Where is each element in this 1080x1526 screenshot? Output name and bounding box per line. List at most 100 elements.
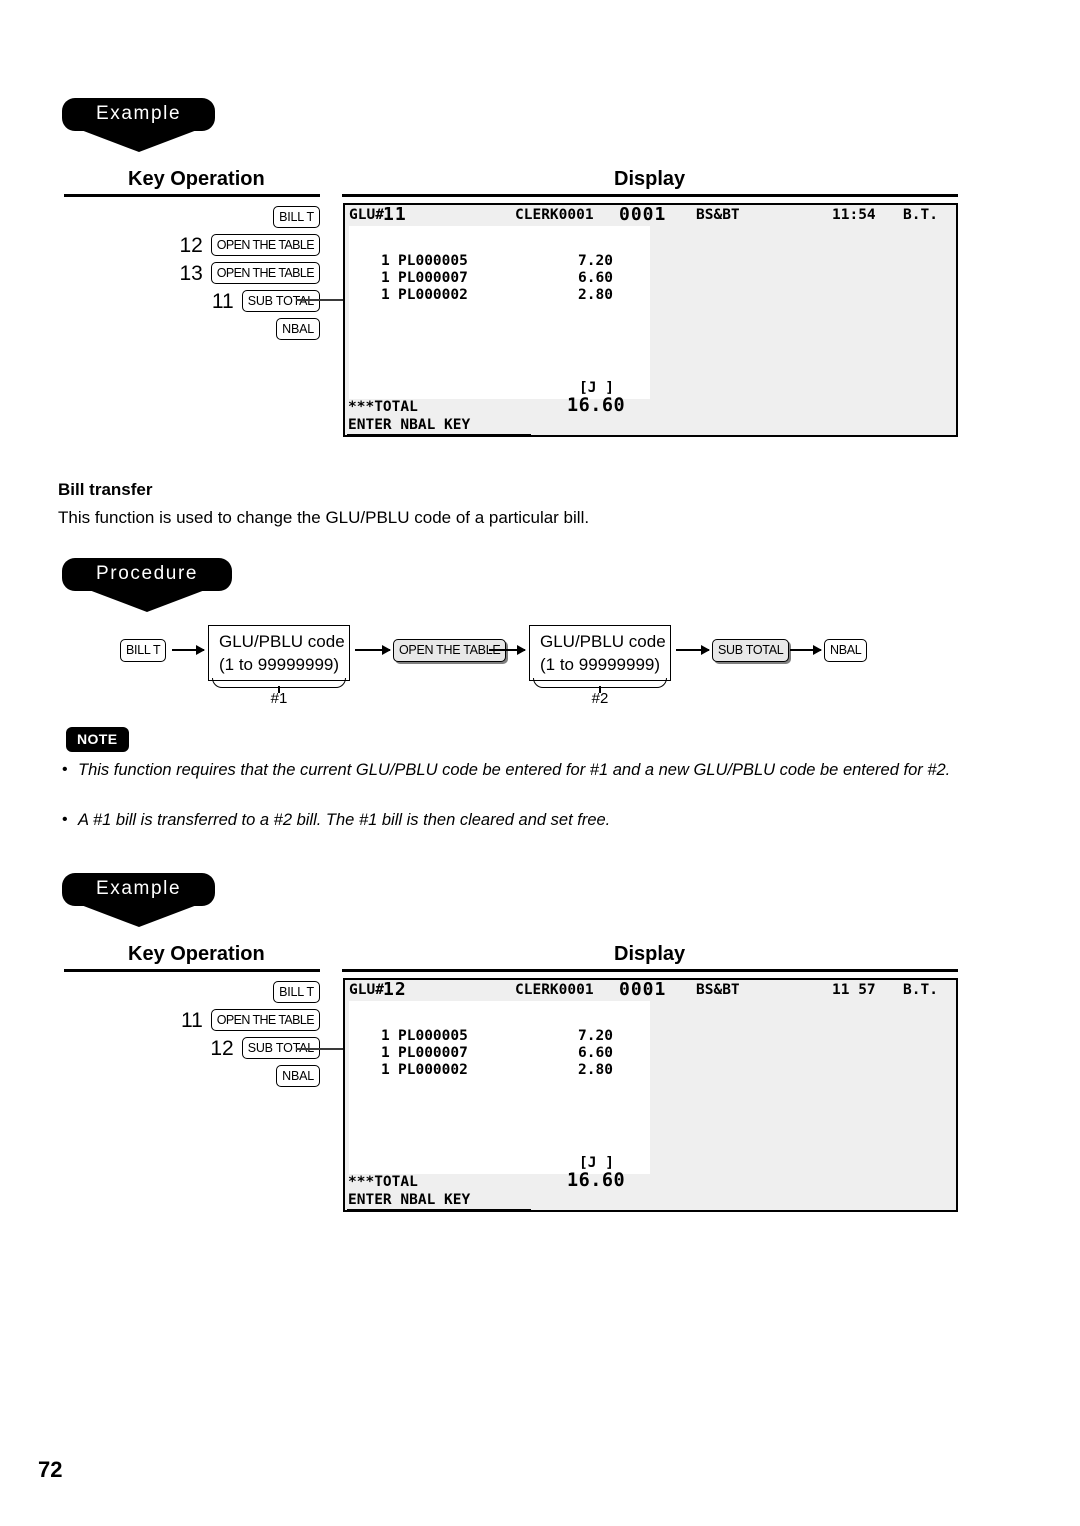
- journal-marker: [J ]: [579, 1155, 614, 1171]
- mode-indicator: BS&BT: [696, 982, 740, 998]
- total-label: ***TOTAL: [348, 1174, 418, 1190]
- display-header-1: GLU# 11 CLERK0001 0001 BS&BT 11:54 B.T.: [345, 205, 956, 226]
- example-banner-2: Example: [62, 873, 216, 906]
- key-row-number: 11: [180, 1008, 203, 1032]
- key-button-bill-t[interactable]: BILL T: [273, 205, 320, 229]
- display-panel-1: GLU# 11 CLERK0001 0001 BS&BT 11:54 B.T. …: [343, 203, 958, 437]
- flow-key-sub-total[interactable]: SUB TOTAL: [712, 639, 790, 662]
- flow-arrow-4: [676, 649, 709, 651]
- key-row: NBAL: [30, 1063, 320, 1089]
- flow-box-line1: GLU/PBLU code: [540, 632, 666, 651]
- flow-box-line1: GLU/PBLU code: [219, 632, 345, 651]
- clock-time: 11 57: [832, 982, 876, 998]
- display-item-code: PL000002: [398, 1062, 468, 1078]
- key-row-number: 12: [179, 233, 203, 257]
- display-item-area-1: [349, 226, 650, 399]
- display-rule-2: [342, 969, 958, 972]
- flow-key-nbal[interactable]: NBAL: [824, 639, 868, 662]
- note-item-1: This function requires that the current …: [78, 761, 951, 779]
- display-header-2: GLU# 12 CLERK0001 0001 BS&BT 11 57 B.T.: [345, 980, 956, 1001]
- flow-key-bill-t[interactable]: BILL T: [120, 639, 167, 662]
- display-status-text: P1L01: [537, 1210, 581, 1212]
- key-row: NBAL: [30, 316, 320, 342]
- key-operation-rule-2: [64, 969, 320, 972]
- display-item-area-2: [349, 1001, 650, 1174]
- key-button-nbal[interactable]: NBAL: [276, 317, 320, 341]
- flow-box-line2: (1 to 99999999): [540, 655, 661, 674]
- clock-time: 11:54: [832, 207, 876, 223]
- key-row: BILL T: [30, 204, 320, 230]
- total-amount: 16.60: [567, 1170, 626, 1191]
- key-row-number: 11: [211, 289, 234, 313]
- key-row: 11 OPEN THE TABLE: [30, 1007, 320, 1033]
- display-rule-1: [342, 194, 958, 197]
- key-row: 13 OPEN THE TABLE: [30, 260, 320, 286]
- glu-label: GLU#: [349, 982, 384, 998]
- note-item-2: A #1 bill is transferred to a #2 bill. T…: [78, 811, 611, 829]
- nbal-prompt: ENTER NBAL KEY: [348, 1192, 471, 1208]
- key-operation-rule-1: [64, 194, 320, 197]
- flow-brace-label-2: #2: [591, 690, 609, 707]
- page-number: 72: [38, 1457, 63, 1482]
- note-bullet-1: •: [62, 761, 68, 778]
- key-button-open-the-table[interactable]: OPEN THE TABLE: [210, 261, 320, 285]
- display-status-bar-2: [347, 1209, 531, 1210]
- display-item-qty: 1: [381, 287, 390, 303]
- glu-label: GLU#: [349, 207, 384, 223]
- key-row-number: 13: [179, 261, 203, 285]
- key-row: 12 OPEN THE TABLE: [30, 232, 320, 258]
- procedure-banner: Procedure: [62, 558, 233, 591]
- bt-indicator: B.T.: [903, 982, 938, 998]
- key-operation-heading-1: Key Operation: [128, 168, 265, 190]
- key-operation-list-1: BILL T 12 OPEN THE TABLE 13 OPEN THE TAB…: [30, 204, 320, 344]
- total-label: ***TOTAL: [348, 399, 418, 415]
- display-item-qty: 1: [381, 1028, 390, 1044]
- mode-indicator: BS&BT: [696, 207, 740, 223]
- key-row-number: 12: [210, 1036, 234, 1060]
- display-item-qty: 1: [381, 1062, 390, 1078]
- display-item-amount: 2.80: [578, 1062, 613, 1078]
- example-banner-label-1: Example: [62, 98, 216, 131]
- display-status-text: P1L01: [537, 435, 581, 437]
- display-item-code: PL000007: [398, 270, 468, 286]
- flow-box-glu-code-2: GLU/PBLU code (1 to 99999999): [529, 625, 671, 681]
- key-button-sub-total[interactable]: SUB TOTAL: [241, 289, 320, 313]
- receipt-counter: 0001: [619, 979, 667, 1000]
- display-item-code: PL000002: [398, 287, 468, 303]
- total-amount: 16.60: [567, 395, 626, 416]
- display-item-qty: 1: [381, 253, 390, 269]
- glu-number: 12: [383, 979, 407, 1000]
- flow-box-glu-code-1: GLU/PBLU code (1 to 99999999): [208, 625, 350, 681]
- flow-arrow-3: [489, 649, 525, 651]
- key-button-nbal[interactable]: NBAL: [276, 1064, 320, 1088]
- display-item-amount: 2.80: [578, 287, 613, 303]
- flow-box-line2: (1 to 99999999): [219, 655, 340, 674]
- bill-transfer-heading: Bill transfer: [58, 480, 153, 499]
- procedure-banner-label: Procedure: [62, 558, 233, 591]
- display-item-amount: 6.60: [578, 1045, 613, 1061]
- display-item-qty: 1: [381, 270, 390, 286]
- receipt-counter: 0001: [619, 204, 667, 225]
- bt-indicator: B.T.: [903, 207, 938, 223]
- glu-number: 11: [383, 204, 407, 225]
- key-button-open-the-table[interactable]: OPEN THE TABLE: [210, 1008, 320, 1032]
- example-banner-label-2: Example: [62, 873, 216, 906]
- key-row: BILL T: [30, 979, 320, 1005]
- display-item-code: PL000005: [398, 253, 468, 269]
- clerk-id: CLERK0001: [515, 207, 594, 223]
- display-item-amount: 7.20: [578, 1028, 613, 1044]
- flow-arrow-2: [355, 649, 390, 651]
- bill-transfer-description: This function is used to change the GLU/…: [58, 508, 590, 527]
- key-row: 12 SUB TOTAL: [30, 1035, 320, 1061]
- display-item-code: PL000005: [398, 1028, 468, 1044]
- flow-arrow-5: [790, 649, 821, 651]
- key-button-open-the-table[interactable]: OPEN THE TABLE: [210, 233, 320, 257]
- flow-arrow-1: [172, 649, 204, 651]
- nbal-prompt: ENTER NBAL KEY: [348, 417, 471, 433]
- display-item-code: PL000007: [398, 1045, 468, 1061]
- display-heading-1: Display: [614, 168, 686, 190]
- key-button-bill-t[interactable]: BILL T: [273, 980, 320, 1004]
- journal-marker: [J ]: [579, 380, 614, 396]
- display-panel-2: GLU# 12 CLERK0001 0001 BS&BT 11 57 B.T. …: [343, 978, 958, 1212]
- key-operation-heading-2: Key Operation: [128, 943, 265, 965]
